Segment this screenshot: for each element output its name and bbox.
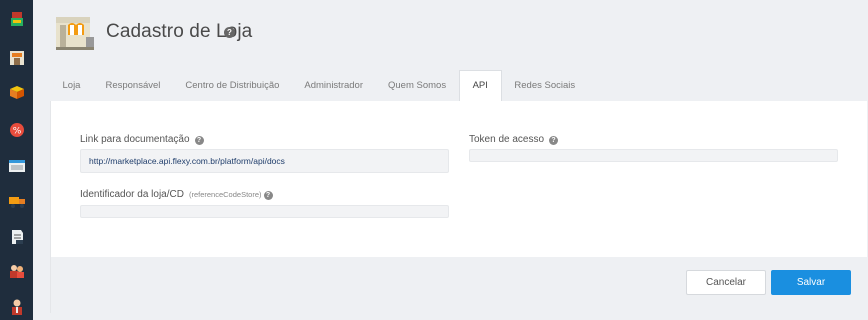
cancel-button[interactable]: Cancelar <box>686 270 766 295</box>
tab-centro-distribuicao[interactable]: Centro de Distribuição <box>173 70 292 101</box>
tab-responsavel[interactable]: Responsável <box>93 70 173 101</box>
document-icon[interactable] <box>8 228 26 246</box>
cube-stack-icon[interactable] <box>8 10 26 28</box>
page-header: Cadastro de Loja ? <box>33 0 868 68</box>
help-icon[interactable]: ? <box>224 27 235 38</box>
discount-icon[interactable]: % <box>8 121 26 139</box>
store-id-field[interactable] <box>80 205 449 218</box>
svg-text:%: % <box>13 127 22 137</box>
truck-icon[interactable] <box>8 192 26 210</box>
help-icon[interactable]: ? <box>549 136 559 145</box>
token-label: Token de acesso? <box>469 134 559 145</box>
tab-quem-somos[interactable]: Quem Somos <box>376 70 459 101</box>
help-icon[interactable]: ? <box>263 191 273 200</box>
api-panel: Link para documentação? http://marketpla… <box>50 101 868 313</box>
help-icon[interactable]: ? <box>194 136 204 145</box>
user-icon[interactable] <box>8 298 26 316</box>
store-icon[interactable] <box>8 49 26 67</box>
window-icon[interactable] <box>8 157 26 175</box>
box-icon[interactable] <box>8 83 26 101</box>
store-id-label-text: Identificador da loja/CD <box>80 189 184 200</box>
store-id-label: Identificador da loja/CD (referenceCodeSt… <box>80 189 273 200</box>
token-field[interactable] <box>469 149 838 162</box>
save-button[interactable]: Salvar <box>771 270 851 295</box>
store-icon <box>50 11 98 53</box>
tab-loja[interactable]: Loja <box>50 70 93 101</box>
token-label-text: Token de acesso <box>469 134 545 145</box>
doc-link-field[interactable]: http://marketplace.api.flexy.com.br/plat… <box>80 149 449 173</box>
panel-footer: Cancelar Salvar <box>51 257 868 313</box>
tab-bar: Loja Responsável Centro de Distribuição … <box>50 70 588 101</box>
doc-link-label-text: Link para documentação <box>80 134 190 145</box>
tab-redes-sociais[interactable]: Redes Sociais <box>502 70 588 101</box>
tab-api[interactable]: API <box>458 70 502 101</box>
doc-link-label: Link para documentação? <box>80 134 204 145</box>
sidebar: % <box>0 0 33 320</box>
users-icon[interactable] <box>8 262 26 280</box>
tab-administrador[interactable]: Administrador <box>292 70 376 101</box>
store-id-sublabel: (referenceCodeStore) <box>188 190 262 199</box>
